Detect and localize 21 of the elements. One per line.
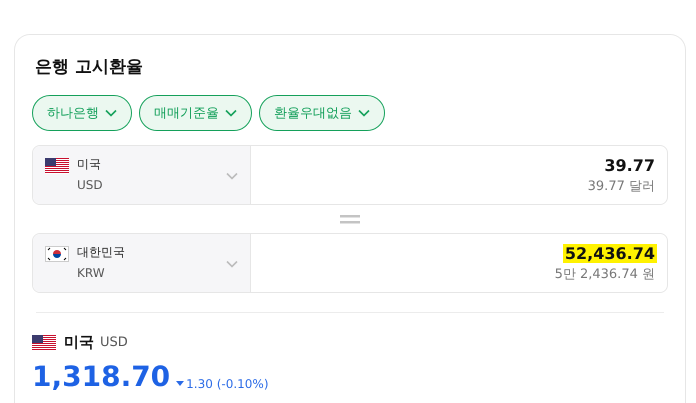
chevron-down-icon bbox=[225, 109, 237, 117]
currency-code: USD bbox=[77, 178, 104, 192]
exchange-rate: 1,318.70 bbox=[32, 360, 170, 393]
amount-value[interactable]: 52,436.74 bbox=[562, 244, 657, 262]
currency-selector[interactable]: 미국 USD bbox=[33, 146, 251, 204]
chevron-down-icon bbox=[226, 260, 238, 268]
chevron-down-icon bbox=[226, 172, 238, 180]
amount-in-words: 39.77 달러 bbox=[588, 178, 655, 194]
equals-icon bbox=[340, 214, 360, 224]
chevron-down-icon bbox=[105, 109, 117, 117]
currency-code: KRW bbox=[77, 266, 106, 280]
currency-code: USD bbox=[100, 335, 128, 350]
country-name: 대한민국 bbox=[77, 244, 126, 261]
currency-selector[interactable]: 대한민국 KRW bbox=[33, 234, 251, 292]
country-name: 미국 bbox=[77, 156, 102, 173]
rate-change: 1.30 (-0.10%) bbox=[186, 376, 269, 390]
country-name: 미국 bbox=[64, 333, 94, 352]
amount-value[interactable]: 39.77 bbox=[602, 156, 657, 174]
amount-in-words: 5만 2,436.74 원 bbox=[554, 266, 655, 282]
section-title: 은행 고시환율 bbox=[35, 56, 144, 78]
chevron-down-icon bbox=[358, 109, 370, 117]
